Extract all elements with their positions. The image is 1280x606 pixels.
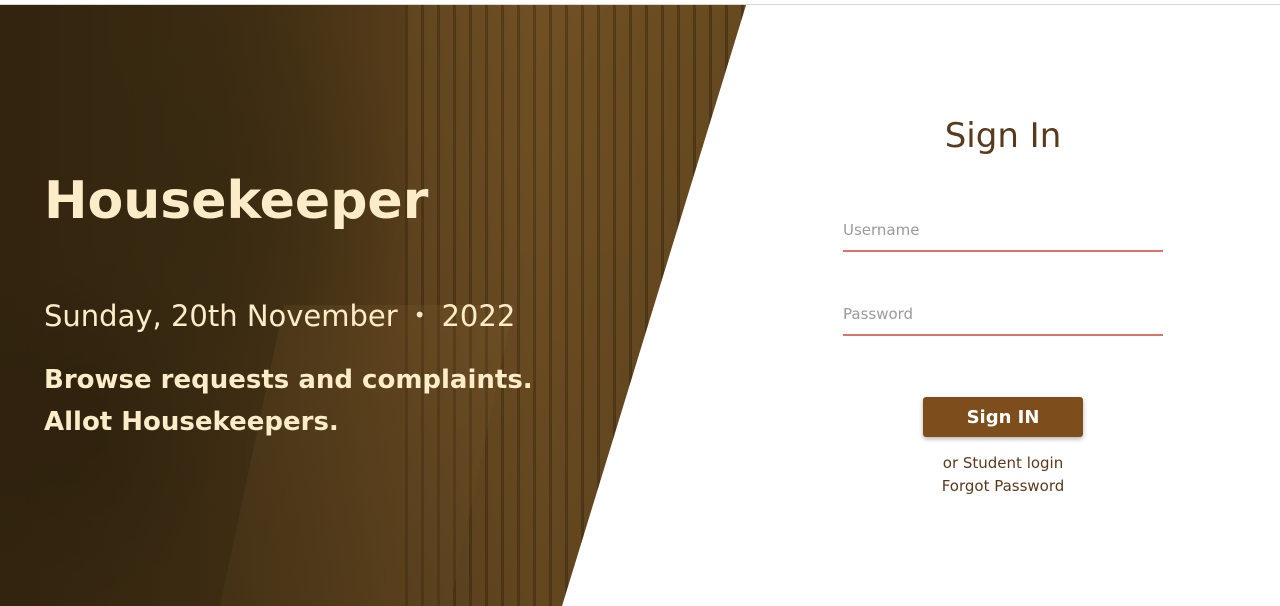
tagline-line-1: Browse requests and complaints. [44, 365, 533, 395]
tagline-line-2: Allot Housekeepers. [44, 407, 339, 437]
signin-button[interactable]: Sign IN [923, 397, 1083, 437]
year-text: 2022 [441, 299, 516, 333]
date-text: Sunday, 20th November [44, 299, 398, 333]
current-date: Sunday, 20th November • 2022 [44, 297, 515, 334]
username-input[interactable] [843, 216, 1163, 252]
login-page: Housekeeper Sunday, 20th November • 2022 B… [0, 0, 1280, 606]
hero-panel: Housekeeper Sunday, 20th November • 2022 B… [0, 5, 746, 606]
top-border [0, 0, 1280, 5]
date-separator: • [413, 303, 426, 327]
signin-title: Sign In [944, 116, 1062, 156]
tagline: Browse requests and complaints. Allot Ho… [44, 359, 533, 443]
student-login-link[interactable]: or Student login [843, 453, 1163, 473]
password-input[interactable] [843, 300, 1163, 336]
app-title: Housekeeper [44, 171, 429, 231]
forgot-password-link[interactable]: Forgot Password [843, 476, 1163, 496]
